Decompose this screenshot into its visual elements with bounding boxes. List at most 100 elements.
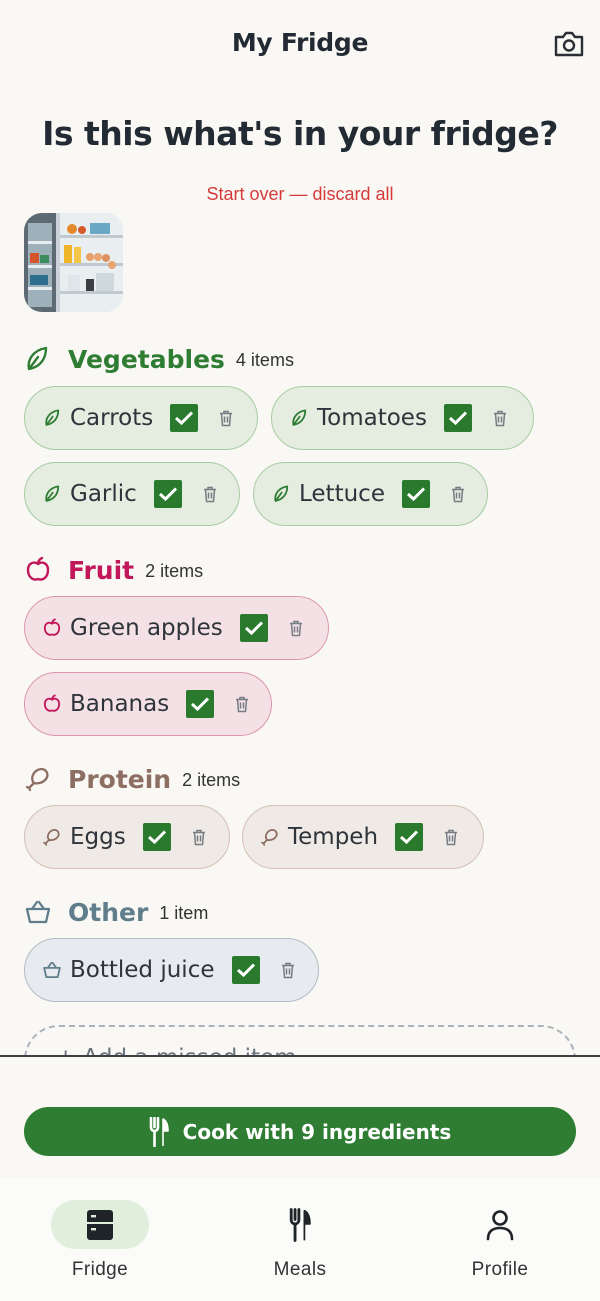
leaf-icon — [41, 407, 63, 429]
drumstick-icon — [259, 826, 281, 848]
page-heading: Is this what's in your fridge? — [42, 114, 558, 153]
include-checkbox[interactable] — [239, 614, 268, 642]
trash-icon — [236, 696, 249, 712]
ingredient-name: Bananas — [70, 691, 170, 717]
category-header-protein: Protein 2 items — [24, 762, 240, 796]
ingredient-name: Carrots — [70, 405, 154, 431]
nav-label: Fridge — [71, 1259, 129, 1280]
ingredient-name: Tomatoes — [317, 405, 427, 431]
camera-button[interactable] — [550, 26, 588, 62]
category-title: Fruit — [68, 555, 135, 585]
delete-button[interactable] — [189, 826, 209, 848]
category-header-vegetables: Vegetables 4 items — [24, 342, 294, 376]
apple-icon — [41, 617, 63, 639]
trash-icon — [203, 486, 216, 502]
ingredient-name: Lettuce — [299, 481, 385, 507]
trash-icon — [493, 410, 506, 426]
apple-icon — [24, 555, 54, 585]
ingredient-chip-lettuce[interactable]: Lettuce — [253, 462, 488, 526]
camera-icon — [554, 31, 584, 57]
start-over-link[interactable]: Start over — discard all — [0, 184, 600, 205]
trash-icon — [289, 620, 302, 636]
add-missed-item-label: + Add a missed item — [56, 1045, 297, 1055]
check-icon — [400, 830, 419, 845]
delete-button[interactable] — [232, 693, 252, 715]
add-missed-item-button[interactable]: + Add a missed item — [24, 1025, 576, 1055]
check-icon — [175, 411, 194, 426]
ingredient-review-list[interactable]: Is this what's in your fridge? Start ove… — [0, 88, 600, 1055]
app-bar: My Fridge — [0, 0, 600, 88]
check-icon — [158, 487, 177, 502]
delete-button[interactable] — [278, 959, 298, 981]
category-header-other: Other 1 item — [24, 895, 208, 929]
include-checkbox[interactable] — [186, 690, 215, 718]
check-icon — [244, 621, 263, 636]
category-title: Other — [68, 897, 149, 927]
ingredient-chip-garlic[interactable]: Garlic — [24, 462, 240, 526]
ingredient-chip-bananas[interactable]: Bananas — [24, 672, 272, 736]
apple-icon — [41, 693, 63, 715]
check-icon — [236, 963, 255, 978]
include-checkbox[interactable] — [395, 823, 424, 851]
check-icon — [448, 411, 467, 426]
nav-profile[interactable]: Profile — [440, 1200, 560, 1290]
delete-button[interactable] — [200, 483, 220, 505]
include-checkbox[interactable] — [142, 823, 171, 851]
trash-icon — [281, 962, 294, 978]
ingredient-chip-green-apples[interactable]: Green apples — [24, 596, 329, 660]
include-checkbox[interactable] — [443, 404, 472, 432]
leaf-icon — [41, 483, 63, 505]
ingredient-chip-tempeh[interactable]: Tempeh — [242, 805, 484, 869]
drumstick-icon — [41, 826, 63, 848]
basket-icon — [41, 959, 63, 981]
delete-button[interactable] — [286, 617, 306, 639]
person-icon — [486, 1209, 514, 1240]
category-count: 4 items — [235, 349, 294, 370]
nav-fridge[interactable]: Fridge — [40, 1200, 160, 1290]
category-count: 1 item — [159, 902, 209, 923]
leaf-icon — [270, 483, 292, 505]
ingredient-chip-bottled-juice[interactable]: Bottled juice — [24, 938, 319, 1002]
delete-button[interactable] — [448, 483, 468, 505]
utensils-icon — [289, 1207, 311, 1242]
nav-meals[interactable]: Meals — [240, 1200, 360, 1290]
category-count: 2 items — [182, 769, 241, 790]
ingredient-name: Garlic — [70, 481, 137, 507]
leaf-icon — [24, 344, 54, 374]
fridge-photo-thumbnail[interactable] — [24, 213, 123, 312]
nav-label: Meals — [273, 1259, 327, 1280]
include-checkbox[interactable] — [153, 480, 182, 508]
drumstick-icon — [24, 764, 54, 794]
delete-button[interactable] — [216, 407, 236, 429]
bottom-navigation: Fridge Meals Profile — [0, 1178, 600, 1301]
category-title: Vegetables — [68, 344, 225, 374]
category-title: Protein — [68, 764, 172, 794]
check-icon — [191, 697, 210, 712]
ingredient-chip-tomatoes[interactable]: Tomatoes — [271, 386, 534, 450]
ingredient-name: Eggs — [70, 824, 126, 850]
include-checkbox[interactable] — [170, 404, 199, 432]
app-title: My Fridge — [231, 28, 369, 57]
action-panel: Cook with 9 ingredients — [0, 1055, 600, 1178]
cook-button[interactable]: Cook with 9 ingredients — [24, 1107, 576, 1156]
ingredient-chip-eggs[interactable]: Eggs — [24, 805, 230, 869]
nav-active-indicator — [51, 1200, 149, 1249]
delete-button[interactable] — [441, 826, 461, 848]
include-checkbox[interactable] — [401, 480, 430, 508]
fridge-icon — [87, 1209, 113, 1240]
basket-icon — [24, 897, 54, 927]
category-count: 2 items — [145, 560, 204, 581]
delete-button[interactable] — [490, 407, 510, 429]
ingredient-chip-carrots[interactable]: Carrots — [24, 386, 258, 450]
trash-icon — [445, 829, 458, 845]
trash-icon — [451, 486, 464, 502]
trash-icon — [192, 829, 205, 845]
ingredient-name: Tempeh — [288, 824, 379, 850]
cook-button-label: Cook with 9 ingredients — [182, 1119, 452, 1144]
leaf-icon — [288, 407, 310, 429]
check-icon — [147, 830, 166, 845]
include-checkbox[interactable] — [231, 956, 260, 984]
check-icon — [406, 487, 426, 502]
trash-icon — [220, 410, 233, 426]
nav-label: Profile — [471, 1259, 529, 1280]
